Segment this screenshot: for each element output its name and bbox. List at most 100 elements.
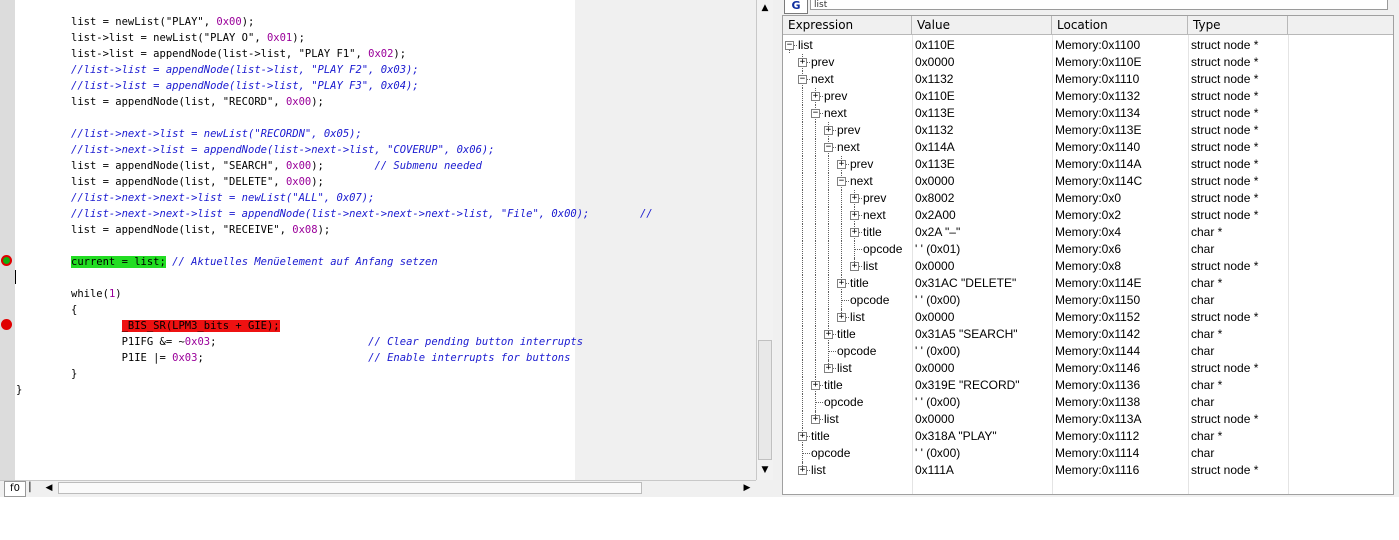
collapse-icon[interactable]: − — [798, 75, 807, 84]
expand-icon[interactable]: + — [850, 194, 859, 203]
code-line[interactable]: //list->next->list = newList("RECORDN", … — [71, 126, 362, 142]
expression-name: next — [837, 140, 860, 154]
scroll-down-arrow-icon[interactable]: ▼ — [757, 462, 773, 478]
scroll-up-arrow-icon[interactable]: ▲ — [757, 0, 773, 16]
code-line[interactable]: list = appendNode(list, "RECEIVE", 0x08)… — [71, 222, 330, 238]
horizontal-scroll-thumb[interactable] — [58, 482, 642, 494]
watch-row[interactable]: + next 0x2A00 Memory:0x2 struct node * — [783, 207, 1393, 224]
code-comment: // Enable interrupts for buttons — [368, 352, 571, 364]
expand-icon[interactable]: + — [811, 415, 820, 424]
tab-scroll-arrow-icon[interactable]: ▏ — [26, 481, 40, 495]
scroll-left-arrow-icon[interactable]: ◀ — [42, 481, 56, 495]
expression-location: Memory:0x1138 — [1055, 395, 1141, 409]
expand-icon[interactable]: + — [798, 432, 807, 441]
watch-row[interactable]: + title 0x31A5 "SEARCH" Memory:0x1142 char * — [783, 326, 1393, 343]
watch-row[interactable]: + list 0x0000 Memory:0x8 struct node * — [783, 258, 1393, 275]
watch-row[interactable]: + prev 0x0000 Memory:0x110E struct node * — [783, 54, 1393, 71]
tree-connector — [828, 351, 836, 353]
refresh-icon[interactable]: G — [784, 0, 808, 14]
column-header-location[interactable]: Location — [1052, 16, 1188, 35]
expand-icon[interactable]: + — [850, 262, 859, 271]
watch-row[interactable]: + title 0x31AC "DELETE" Memory:0x114E char * — [783, 275, 1393, 292]
watch-row[interactable]: opcode ' ' (0x01) Memory:0x6 char — [783, 241, 1393, 258]
code-line[interactable]: list = newList("PLAY", 0x00); — [71, 14, 254, 30]
expression-name: prev — [863, 191, 887, 205]
breakpoint-icon[interactable] — [1, 319, 12, 330]
expression-input[interactable]: list — [810, 0, 1388, 10]
breakpoint-gutter[interactable] — [0, 0, 15, 480]
expand-icon[interactable]: + — [837, 160, 846, 169]
tree-connector — [841, 258, 842, 275]
watch-row[interactable]: + prev 0x110E Memory:0x1132 struct node * — [783, 88, 1393, 105]
expand-icon[interactable]: + — [837, 279, 846, 288]
expression-location: Memory:0x110E — [1055, 55, 1142, 69]
column-header-expression[interactable]: Expression — [783, 16, 912, 35]
expand-icon[interactable]: + — [824, 364, 833, 373]
code-line[interactable]: //list->list = appendNode(list->list, "P… — [71, 78, 419, 94]
tree-connector — [828, 275, 829, 292]
code-line[interactable]: list = appendNode(list, "DELETE", 0x00); — [71, 174, 324, 190]
expression-value: 0x0000 — [915, 174, 955, 188]
tree-connector — [815, 402, 823, 404]
expand-icon[interactable]: + — [798, 466, 807, 475]
watch-row[interactable]: + title 0x2A "–" Memory:0x4 char * — [783, 224, 1393, 241]
collapse-icon[interactable]: − — [837, 177, 846, 186]
code-line[interactable]: while(1) — [71, 286, 122, 302]
code-line[interactable]: //list->next->list = appendNode(list->ne… — [71, 142, 495, 158]
tree-connector — [815, 122, 816, 139]
code-line[interactable]: { — [71, 302, 77, 318]
watch-row[interactable]: + prev 0x8002 Memory:0x0 struct node * — [783, 190, 1393, 207]
vertical-scroll-thumb[interactable] — [758, 340, 772, 460]
collapse-icon[interactable]: − — [824, 143, 833, 152]
tab-f0[interactable]: f0 — [4, 481, 26, 497]
collapse-icon[interactable]: − — [811, 109, 820, 118]
watch-row[interactable]: opcode ' ' (0x00) Memory:0x1114 char — [783, 445, 1393, 462]
watch-row[interactable]: opcode ' ' (0x00) Memory:0x1138 char — [783, 394, 1393, 411]
code-line[interactable]: list = appendNode(list, "SEARCH", 0x00);… — [71, 158, 482, 174]
watch-row[interactable]: + prev 0x113E Memory:0x114A struct node * — [783, 156, 1393, 173]
code-editor[interactable]: list = newList("PLAY", 0x00); list->list … — [0, 0, 778, 497]
watch-row[interactable]: + list 0x0000 Memory:0x1146 struct node * — [783, 360, 1393, 377]
watch-row[interactable]: opcode ' ' (0x00) Memory:0x1150 char — [783, 292, 1393, 309]
expression-location: Memory:0x8 — [1055, 259, 1122, 273]
watch-row[interactable]: + prev 0x1132 Memory:0x113E struct node * — [783, 122, 1393, 139]
watch-row[interactable]: − next 0x113E Memory:0x1134 struct node * — [783, 105, 1393, 122]
expression-name: list — [811, 463, 826, 477]
code-line[interactable]: P1IE |= 0x03; // Enable interrupts for b… — [71, 350, 571, 366]
watch-row[interactable]: − next 0x114A Memory:0x1140 struct node * — [783, 139, 1393, 156]
code-line[interactable]: list->list = newList("PLAY O", 0x01); — [71, 30, 305, 46]
code-line[interactable]: P1IFG &= ~0x03; // Clear pending button … — [71, 334, 584, 350]
expand-icon[interactable]: + — [850, 228, 859, 237]
code-line[interactable]: //list->next->next->list = newList("ALL"… — [71, 190, 374, 206]
code-line[interactable]: list->list = appendNode(list->list, "PLA… — [71, 46, 406, 62]
code-line[interactable]: //list->list = appendNode(list->list, "P… — [71, 62, 419, 78]
expand-icon[interactable]: + — [824, 330, 833, 339]
scroll-right-arrow-icon[interactable]: ▶ — [740, 481, 754, 495]
expand-icon[interactable]: + — [824, 126, 833, 135]
code-line[interactable]: list = appendNode(list, "RECORD", 0x00); — [71, 94, 324, 110]
current-line-arrow-icon[interactable] — [1, 255, 12, 266]
expand-icon[interactable]: + — [798, 58, 807, 67]
code-line[interactable]: current = list; // Aktuelles Menüelement… — [71, 254, 438, 270]
expand-icon[interactable]: + — [811, 381, 820, 390]
column-header-type[interactable]: Type — [1188, 16, 1288, 35]
expand-icon[interactable]: + — [837, 313, 846, 322]
column-header-value[interactable]: Value — [912, 16, 1052, 35]
watch-row[interactable]: − next 0x1132 Memory:0x1110 struct node * — [783, 71, 1393, 88]
watch-row[interactable]: + title 0x318A "PLAY" Memory:0x1112 char * — [783, 428, 1393, 445]
watch-row[interactable]: opcode ' ' (0x00) Memory:0x1144 char — [783, 343, 1393, 360]
editor-vertical-scrollbar[interactable]: ▲ ▼ — [756, 0, 773, 480]
expand-icon[interactable]: + — [811, 92, 820, 101]
expression-name: list — [798, 38, 813, 52]
watch-row[interactable]: − list 0x110E Memory:0x1100 struct node * — [783, 37, 1393, 54]
watch-row[interactable]: + list 0x0000 Memory:0x1152 struct node * — [783, 309, 1393, 326]
code-line[interactable]: } — [71, 366, 77, 382]
watch-row[interactable]: + title 0x319E "RECORD" Memory:0x1136 char * — [783, 377, 1393, 394]
code-line[interactable]: _BIS_SR(LPM3_bits + GIE); — [71, 318, 280, 334]
watch-row[interactable]: + list 0x111A Memory:0x1116 struct node * — [783, 462, 1393, 479]
watch-row[interactable]: − next 0x0000 Memory:0x114C struct node * — [783, 173, 1393, 190]
code-line[interactable]: //list->next->next->list = appendNode(li… — [71, 206, 653, 222]
collapse-icon[interactable]: − — [785, 41, 794, 50]
watch-row[interactable]: + list 0x0000 Memory:0x113A struct node * — [783, 411, 1393, 428]
expand-icon[interactable]: + — [850, 211, 859, 220]
